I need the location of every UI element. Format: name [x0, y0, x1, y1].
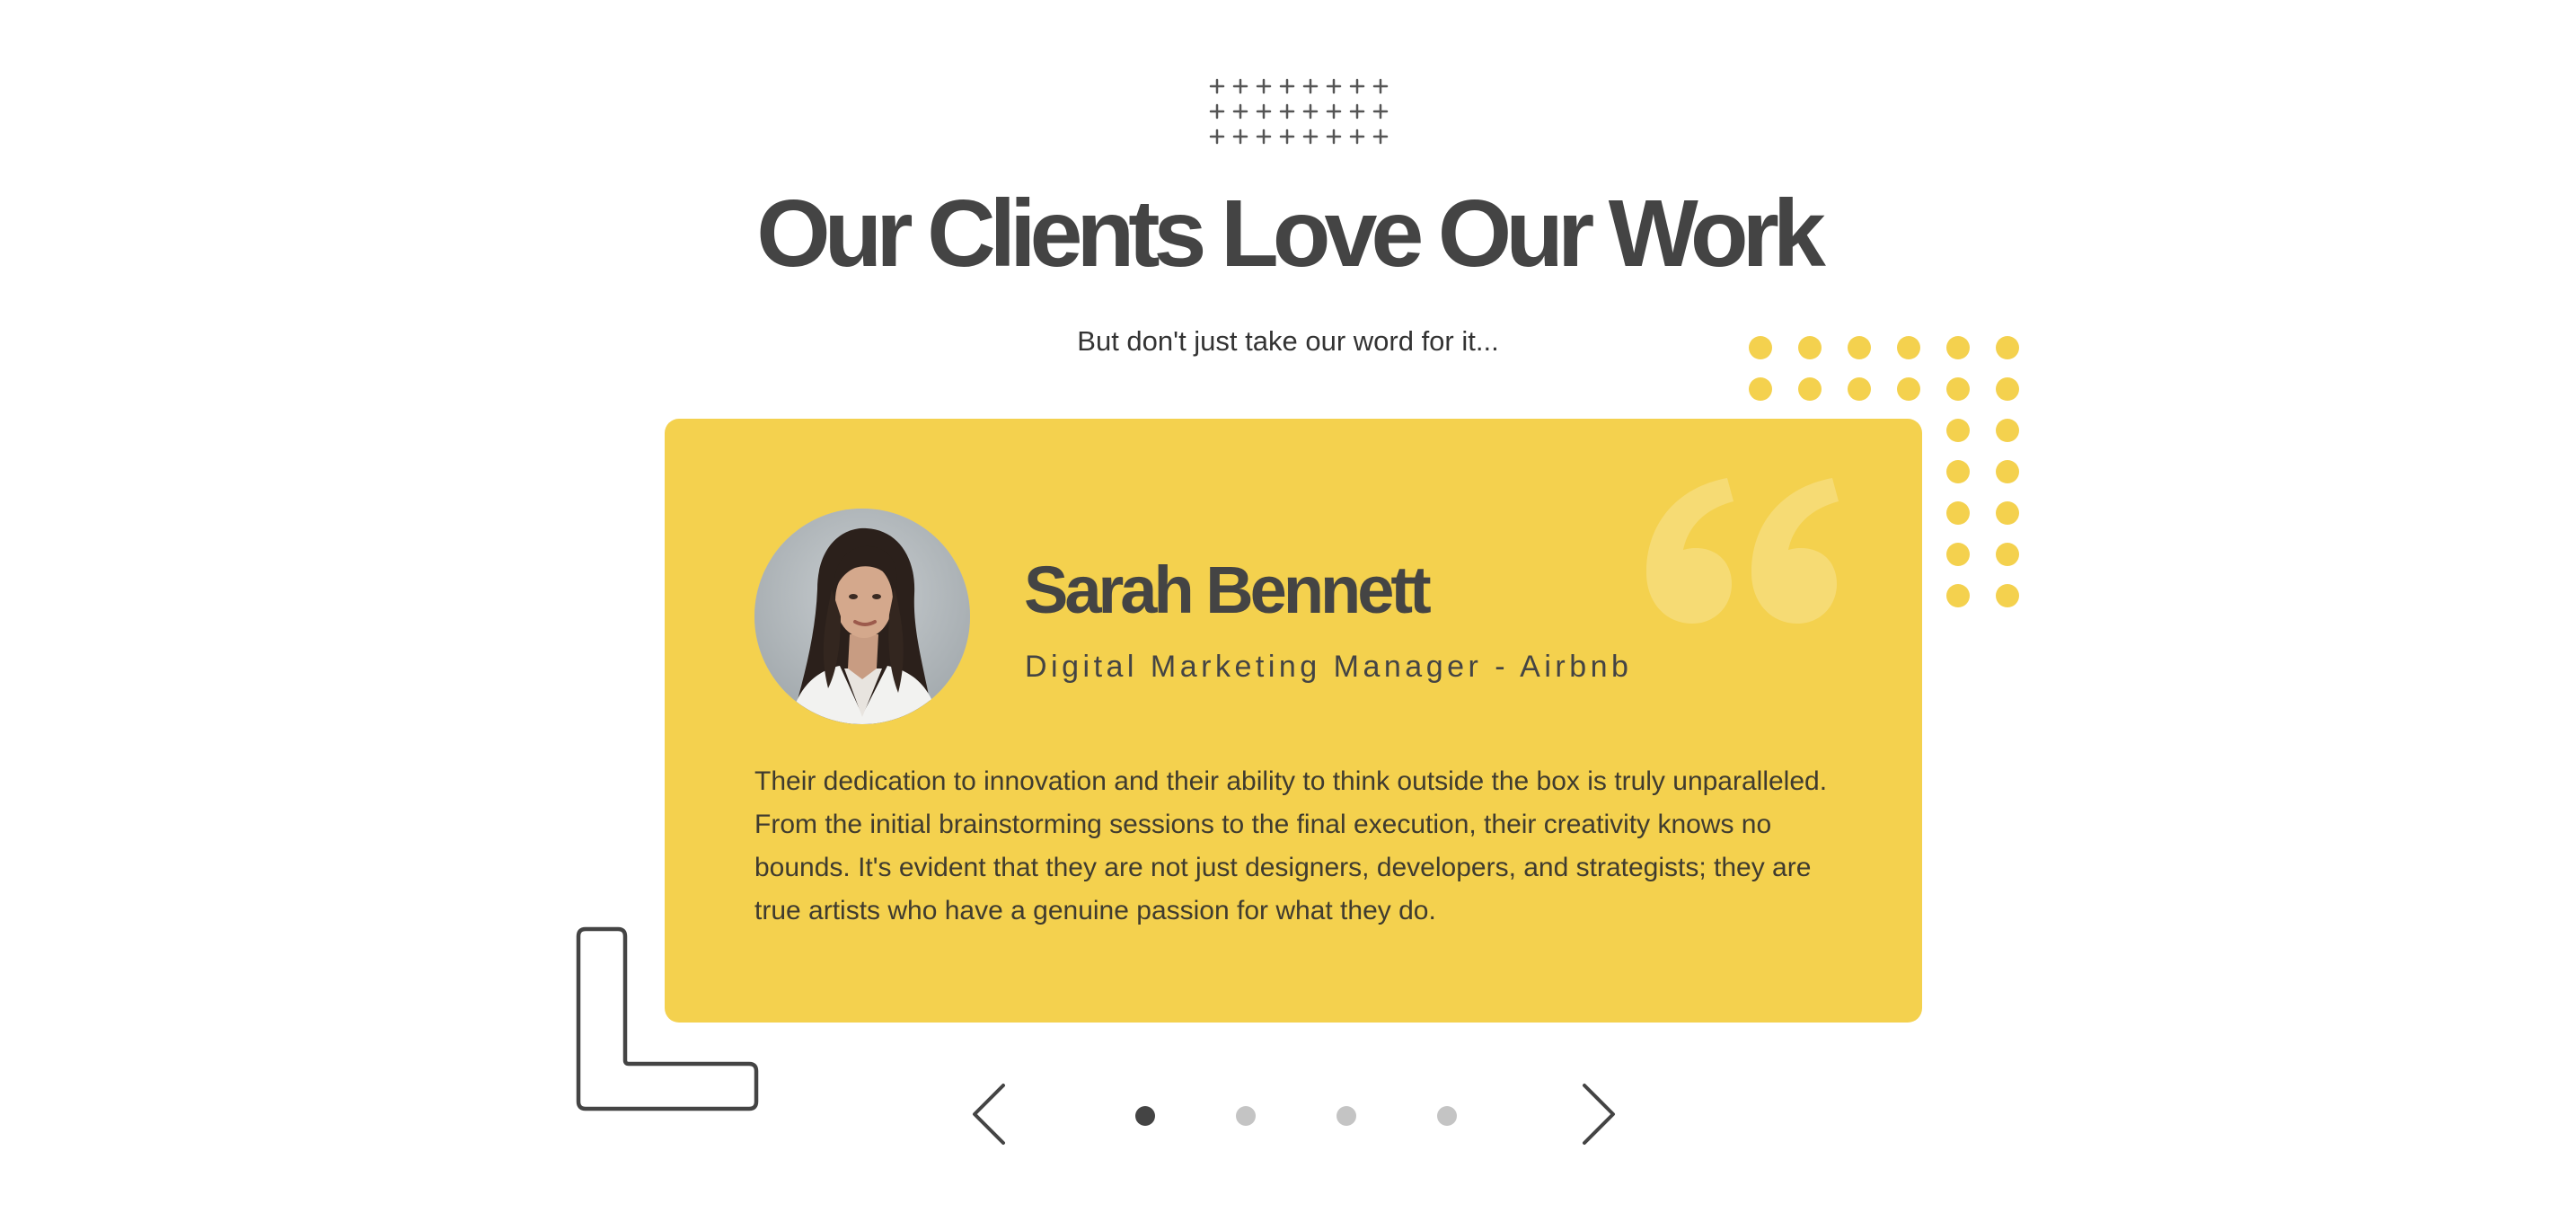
carousel-dot-2[interactable]: [1236, 1106, 1256, 1126]
section-subtitle: But don't just take our word for it...: [1077, 325, 1499, 357]
testimonial-card: Sarah Bennett Digital Marketing Manager …: [665, 419, 1922, 1023]
section-title: Our Clients Love Our Work: [756, 181, 1826, 287]
carousel-dot-4[interactable]: [1437, 1106, 1457, 1126]
plus-pattern-decoration: [1209, 78, 1389, 145]
avatar: [754, 509, 970, 724]
quote-mark-icon: [1646, 478, 1839, 624]
person-name: Sarah Bennett: [1024, 553, 1432, 627]
testimonial-quote: Their dedication to innovation and their…: [754, 766, 1828, 925]
person-role: Digital Marketing Manager - Airbnb: [1025, 650, 1633, 684]
chevron-left-icon[interactable]: [967, 1078, 1021, 1150]
person-photo: [754, 509, 970, 724]
carousel-dot-1[interactable]: [1135, 1106, 1155, 1126]
carousel-dot-3[interactable]: [1337, 1106, 1356, 1126]
chevron-right-icon[interactable]: [1566, 1078, 1620, 1150]
